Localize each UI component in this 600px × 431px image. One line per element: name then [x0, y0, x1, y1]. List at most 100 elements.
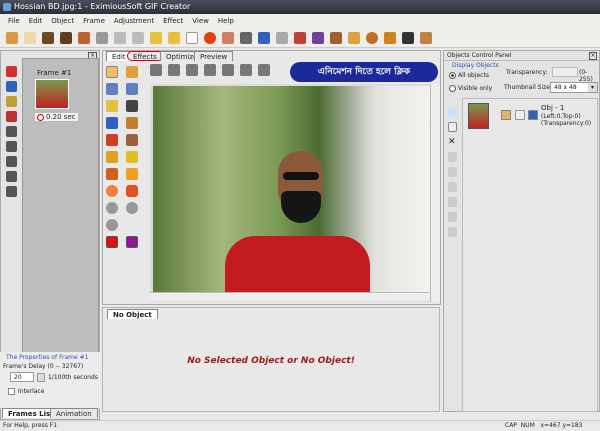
menu-frame[interactable]: Frame: [83, 14, 105, 28]
object-bottom-icon[interactable]: [448, 197, 457, 207]
resize-icon[interactable]: [258, 31, 270, 44]
group-icon[interactable]: [448, 227, 457, 237]
frame-thumbnail[interactable]: [35, 79, 69, 109]
eyedropper-tool-icon[interactable]: [106, 168, 118, 180]
zoom-tool-icon[interactable]: [106, 219, 118, 231]
new-object-icon[interactable]: [448, 107, 457, 117]
rotate-icon[interactable]: [294, 31, 306, 44]
vertical-scrollbar[interactable]: [430, 84, 440, 302]
brush-icon[interactable]: [330, 31, 342, 44]
menu-object[interactable]: Object: [51, 14, 74, 28]
thumbnail-size-select[interactable]: 48 x 48 ▾: [550, 82, 598, 93]
tab-effects[interactable]: Effects: [127, 51, 163, 61]
flip-icon[interactable]: [312, 31, 324, 44]
center-v-icon[interactable]: [240, 64, 252, 76]
polygon-tool-icon[interactable]: [126, 185, 138, 197]
frame-up-icon[interactable]: [5, 126, 17, 137]
interlace-checkbox[interactable]: [8, 388, 15, 395]
copy-object-icon[interactable]: [448, 122, 457, 132]
frame-props-icon[interactable]: [5, 186, 17, 197]
object-row[interactable]: Obj - 1 (Left:0,Top:0) (Transparency:0): [465, 101, 599, 131]
light-tool-icon[interactable]: [106, 100, 118, 112]
tab-preview[interactable]: Preview: [194, 51, 234, 61]
close-objects-panel-icon[interactable]: ×: [589, 52, 597, 60]
zoom-in-icon[interactable]: [106, 202, 118, 214]
film-icon[interactable]: [60, 31, 72, 44]
merge-icon[interactable]: [448, 212, 457, 222]
frame-delay[interactable]: 0.20 sec: [35, 113, 78, 121]
wand-icon[interactable]: [276, 31, 288, 44]
object-top-icon[interactable]: [448, 182, 457, 192]
new-icon[interactable]: [6, 31, 18, 44]
delay-spinner[interactable]: [37, 372, 45, 382]
box-icon[interactable]: [384, 31, 396, 44]
frame-copy-icon[interactable]: [5, 156, 17, 167]
align-top-icon[interactable]: [186, 64, 198, 76]
delete-object-icon[interactable]: ✕: [448, 137, 457, 147]
crop-tool-icon[interactable]: [126, 100, 138, 112]
menu-effect[interactable]: Effect: [163, 14, 183, 28]
ball-icon[interactable]: [366, 31, 378, 44]
center-h-icon[interactable]: [222, 64, 234, 76]
transparency-input[interactable]: [552, 67, 578, 77]
primary-color-swatch[interactable]: [106, 236, 118, 248]
object-up-icon[interactable]: [448, 152, 457, 162]
ellipse-tool-icon[interactable]: [106, 185, 118, 197]
pointer-tool-icon[interactable]: [106, 66, 118, 78]
pencil-tool-icon[interactable]: [106, 151, 118, 163]
image-canvas[interactable]: [150, 84, 440, 302]
tab-animation[interactable]: Animation: [50, 408, 98, 418]
secondary-color-swatch[interactable]: [126, 236, 138, 248]
print-icon[interactable]: [96, 31, 108, 44]
select-tool-icon[interactable]: [126, 66, 138, 78]
delete-icon[interactable]: [204, 31, 216, 44]
cube-icon[interactable]: [402, 31, 414, 44]
distribute-icon[interactable]: [258, 64, 270, 76]
radio-visible-only[interactable]: Visible only: [449, 85, 492, 92]
tab-no-object[interactable]: No Object: [107, 309, 158, 319]
magic-select-icon[interactable]: [126, 83, 138, 95]
object-down-icon[interactable]: [448, 167, 457, 177]
app-icon: [3, 3, 11, 11]
frame-flip-icon[interactable]: [5, 171, 17, 182]
paste-icon[interactable]: [150, 31, 162, 44]
menu-view[interactable]: View: [192, 14, 209, 28]
move-tool-icon[interactable]: [106, 134, 118, 146]
horizontal-scrollbar[interactable]: [150, 292, 430, 301]
align-bottom-icon[interactable]: [204, 64, 216, 76]
image-tool-icon[interactable]: [106, 117, 118, 129]
delete-frame-icon[interactable]: [5, 111, 17, 122]
clear-icon[interactable]: [186, 31, 198, 44]
gif-icon[interactable]: [78, 31, 90, 44]
line-tool-icon[interactable]: [126, 134, 138, 146]
menu-edit[interactable]: Edit: [29, 14, 43, 28]
menu-help[interactable]: Help: [218, 14, 234, 28]
fill-tool-icon[interactable]: [126, 151, 138, 163]
tag-icon[interactable]: [222, 31, 234, 44]
insert-frame-icon[interactable]: [5, 81, 17, 92]
lasso-tool-icon[interactable]: [106, 83, 118, 95]
add-frame-icon[interactable]: [5, 66, 17, 77]
cut-icon[interactable]: [114, 31, 126, 44]
open-icon[interactable]: [42, 31, 54, 44]
puzzle-icon[interactable]: [420, 31, 432, 44]
visibility-eye-icon[interactable]: [501, 110, 511, 120]
new-blank-icon[interactable]: [24, 31, 36, 44]
lock-toggle[interactable]: [515, 110, 525, 120]
drawing-tools: [106, 66, 146, 248]
delay-input[interactable]: 20: [10, 372, 34, 382]
copy-icon[interactable]: [132, 31, 144, 44]
zoom-out-icon[interactable]: [126, 202, 138, 214]
crop-icon[interactable]: [240, 31, 252, 44]
text-tool-icon[interactable]: [126, 117, 138, 129]
radio-all-objects[interactable]: All objects: [449, 72, 489, 79]
align-left-icon[interactable]: [150, 64, 162, 76]
align-right-icon[interactable]: [168, 64, 180, 76]
paste-new-icon[interactable]: [168, 31, 180, 44]
frame-down-icon[interactable]: [5, 141, 17, 152]
menu-adjustment[interactable]: Adjustment: [114, 14, 154, 28]
rectangle-tool-icon[interactable]: [126, 168, 138, 180]
menu-file[interactable]: File: [8, 14, 20, 28]
bottle-icon[interactable]: [348, 31, 360, 44]
edit-frame-icon[interactable]: [5, 96, 17, 107]
